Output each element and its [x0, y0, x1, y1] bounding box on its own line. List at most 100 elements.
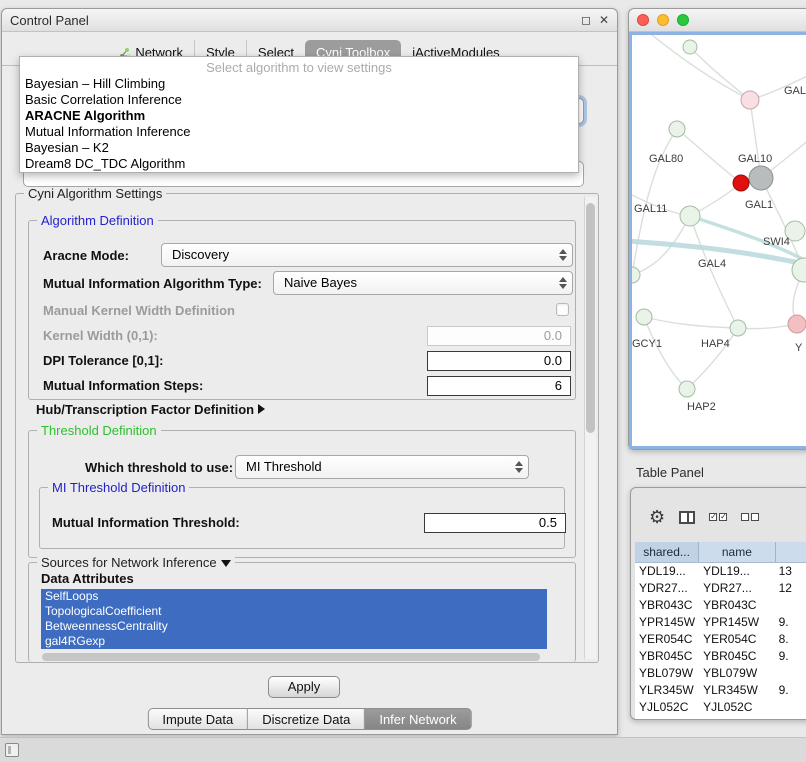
deselect-all-icon[interactable] — [741, 513, 759, 521]
table-row[interactable]: YBR043CYBR043C — [635, 597, 806, 614]
network-node[interactable] — [741, 91, 759, 109]
algorithm-definition-group: Algorithm Definition Aracne Mode: Discov… — [28, 220, 576, 400]
apply-button[interactable]: Apply — [268, 676, 340, 698]
table-body: YDL19...YDL19...13 YDR27...YDR27...12 YB… — [635, 563, 806, 719]
node-label-gcy1: GCY1 — [632, 338, 662, 350]
tab-discretize-data[interactable]: Discretize Data — [248, 708, 365, 730]
hub-definition-expander[interactable]: Hub/Transcription Factor Definition — [36, 402, 265, 420]
zoom-traffic-icon[interactable] — [677, 14, 689, 26]
mi-algorithm-type-label: Mutual Information Algorithm Type: — [43, 276, 262, 291]
node-label-swi4: SWI4 — [763, 236, 790, 248]
network-node[interactable] — [636, 309, 652, 325]
table-row[interactable]: YDL19...YDL19...13 — [635, 563, 806, 580]
network-node[interactable] — [683, 40, 697, 54]
node-label-gal4: GAL4 — [698, 258, 726, 270]
dpi-tolerance-label: DPI Tolerance [0,1]: — [43, 353, 163, 368]
table-row[interactable]: YBL079WYBL079W — [635, 665, 806, 682]
dpi-tolerance-field[interactable]: 0.0 — [427, 351, 571, 371]
table-panel-label: Table Panel — [636, 465, 704, 480]
algorithm-option[interactable]: Dream8 DC_TDC Algorithm — [20, 156, 578, 172]
float-window-icon[interactable]: ◻ — [581, 13, 591, 27]
table-row[interactable]: YLR345WYLR345W9. — [635, 682, 806, 699]
combo-arrows-icon — [559, 277, 567, 289]
sources-title-text: Sources for Network Inference — [41, 555, 217, 570]
network-node-hub[interactable] — [749, 166, 773, 190]
cell: YJL052C — [635, 699, 699, 716]
node-label-gal80: GAL80 — [649, 153, 683, 165]
cell: YBR045C — [699, 648, 776, 665]
network-node[interactable] — [669, 121, 685, 137]
mi-threshold-field[interactable]: 0.5 — [424, 513, 566, 533]
restore-panel-icon[interactable] — [5, 743, 19, 757]
select-all-icon[interactable] — [709, 513, 727, 521]
settings-group-title: Cyni Algorithm Settings — [24, 186, 166, 201]
mi-algorithm-type-select[interactable]: Naive Bayes — [273, 271, 573, 295]
attributes-hscrollbar[interactable] — [41, 653, 561, 661]
network-canvas[interactable]: GAL80 GAL10 GAL1 GAL11 SWI4 GAL4 GCY1 HA… — [629, 32, 806, 449]
node-label-gal1: GAL1 — [745, 199, 773, 211]
cell: YBL079W — [635, 665, 699, 682]
settings-scrollbar[interactable] — [584, 197, 596, 659]
kernel-width-field[interactable]: 0.0 — [427, 326, 571, 346]
column-header-shared-name[interactable]: shared... — [635, 542, 699, 562]
tab-impute-data[interactable]: Impute Data — [147, 708, 248, 730]
attribute-item-selected[interactable]: SelfLoops — [41, 589, 547, 604]
network-node[interactable] — [788, 315, 806, 333]
settings-scrollbar-thumb[interactable] — [586, 203, 595, 433]
node-label-hap2: HAP2 — [687, 401, 716, 413]
network-node[interactable] — [680, 206, 700, 226]
cell — [776, 699, 806, 716]
cell: YER054C — [699, 631, 776, 648]
aracne-mode-select[interactable]: Discovery — [161, 243, 573, 267]
cell: YBR043C — [635, 597, 699, 614]
node-label-gal11: GAL11 — [634, 203, 667, 215]
sources-group-title[interactable]: Sources for Network Inference — [37, 555, 235, 570]
algorithm-option[interactable]: Basic Correlation Inference — [20, 92, 578, 108]
cell: 9. — [776, 614, 806, 631]
cell: YDL19... — [699, 563, 776, 580]
column-header-clipped[interactable] — [776, 542, 806, 562]
table-settings-gear-icon[interactable]: ⚙ — [649, 508, 665, 526]
attribute-item-selected[interactable]: BetweennessCentrality — [41, 619, 547, 634]
mi-steps-field[interactable]: 6 — [427, 376, 571, 396]
cell: 8. — [776, 631, 806, 648]
table-row[interactable]: YJL052CYJL052C — [635, 699, 806, 716]
cell: 12 — [776, 580, 806, 597]
manual-kernel-width-checkbox[interactable] — [556, 303, 569, 316]
mi-steps-label: Mutual Information Steps: — [43, 378, 203, 393]
table-panel-window: ⚙ shared... name YDL19...YDL19...13 YDR2… — [630, 487, 806, 720]
cell: YDR27... — [699, 580, 776, 597]
cyni-algorithm-settings-group: Cyni Algorithm Settings Algorithm Defini… — [15, 193, 599, 663]
expanded-arrow-icon — [221, 560, 231, 567]
algorithm-option-selected[interactable]: ARACNE Algorithm — [20, 108, 578, 124]
table-row[interactable]: YBR045CYBR045C9. — [635, 648, 806, 665]
table-row[interactable]: YER054CYER054C8. — [635, 631, 806, 648]
control-panel-window: Control Panel ◻ ✕ Network Style Select C… — [1, 8, 618, 735]
network-node[interactable] — [730, 320, 746, 336]
attribute-item-selected[interactable]: TopologicalCoefficient — [41, 604, 547, 619]
algorithm-option[interactable]: Bayesian – Hill Climbing — [20, 76, 578, 92]
bottom-tabbar: Impute Data Discretize Data Infer Networ… — [147, 708, 471, 730]
cell: 9. — [776, 648, 806, 665]
table-row[interactable]: YPR145WYPR145W9. — [635, 614, 806, 631]
which-threshold-select[interactable]: MI Threshold — [235, 455, 529, 479]
attribute-item-selected[interactable]: gal4RGexp — [41, 634, 547, 649]
column-visibility-icon[interactable] — [679, 511, 695, 524]
column-header-name[interactable]: name — [699, 542, 776, 562]
network-node[interactable] — [632, 267, 640, 283]
minimize-traffic-icon[interactable] — [657, 14, 669, 26]
data-attributes-label: Data Attributes — [41, 571, 134, 586]
tab-infer-network[interactable]: Infer Network — [365, 708, 471, 730]
table-row[interactable]: YDR27...YDR27...12 — [635, 580, 806, 597]
control-panel-title: Control Panel — [10, 13, 89, 28]
close-window-icon[interactable]: ✕ — [599, 13, 609, 27]
kernel-width-value: 0.0 — [544, 328, 562, 343]
network-node-highlighted[interactable] — [733, 175, 749, 191]
algorithm-option[interactable]: Bayesian – K2 — [20, 140, 578, 156]
network-view-window: GAL80 GAL10 GAL1 GAL11 SWI4 GAL4 GCY1 HA… — [628, 8, 806, 450]
algorithm-option[interactable]: Mutual Information Inference — [20, 124, 578, 140]
close-traffic-icon[interactable] — [637, 14, 649, 26]
sources-group: Sources for Network Inference Data Attri… — [28, 562, 576, 662]
network-node[interactable] — [679, 381, 695, 397]
attributes-hscrollbar-thumb[interactable] — [42, 653, 540, 661]
